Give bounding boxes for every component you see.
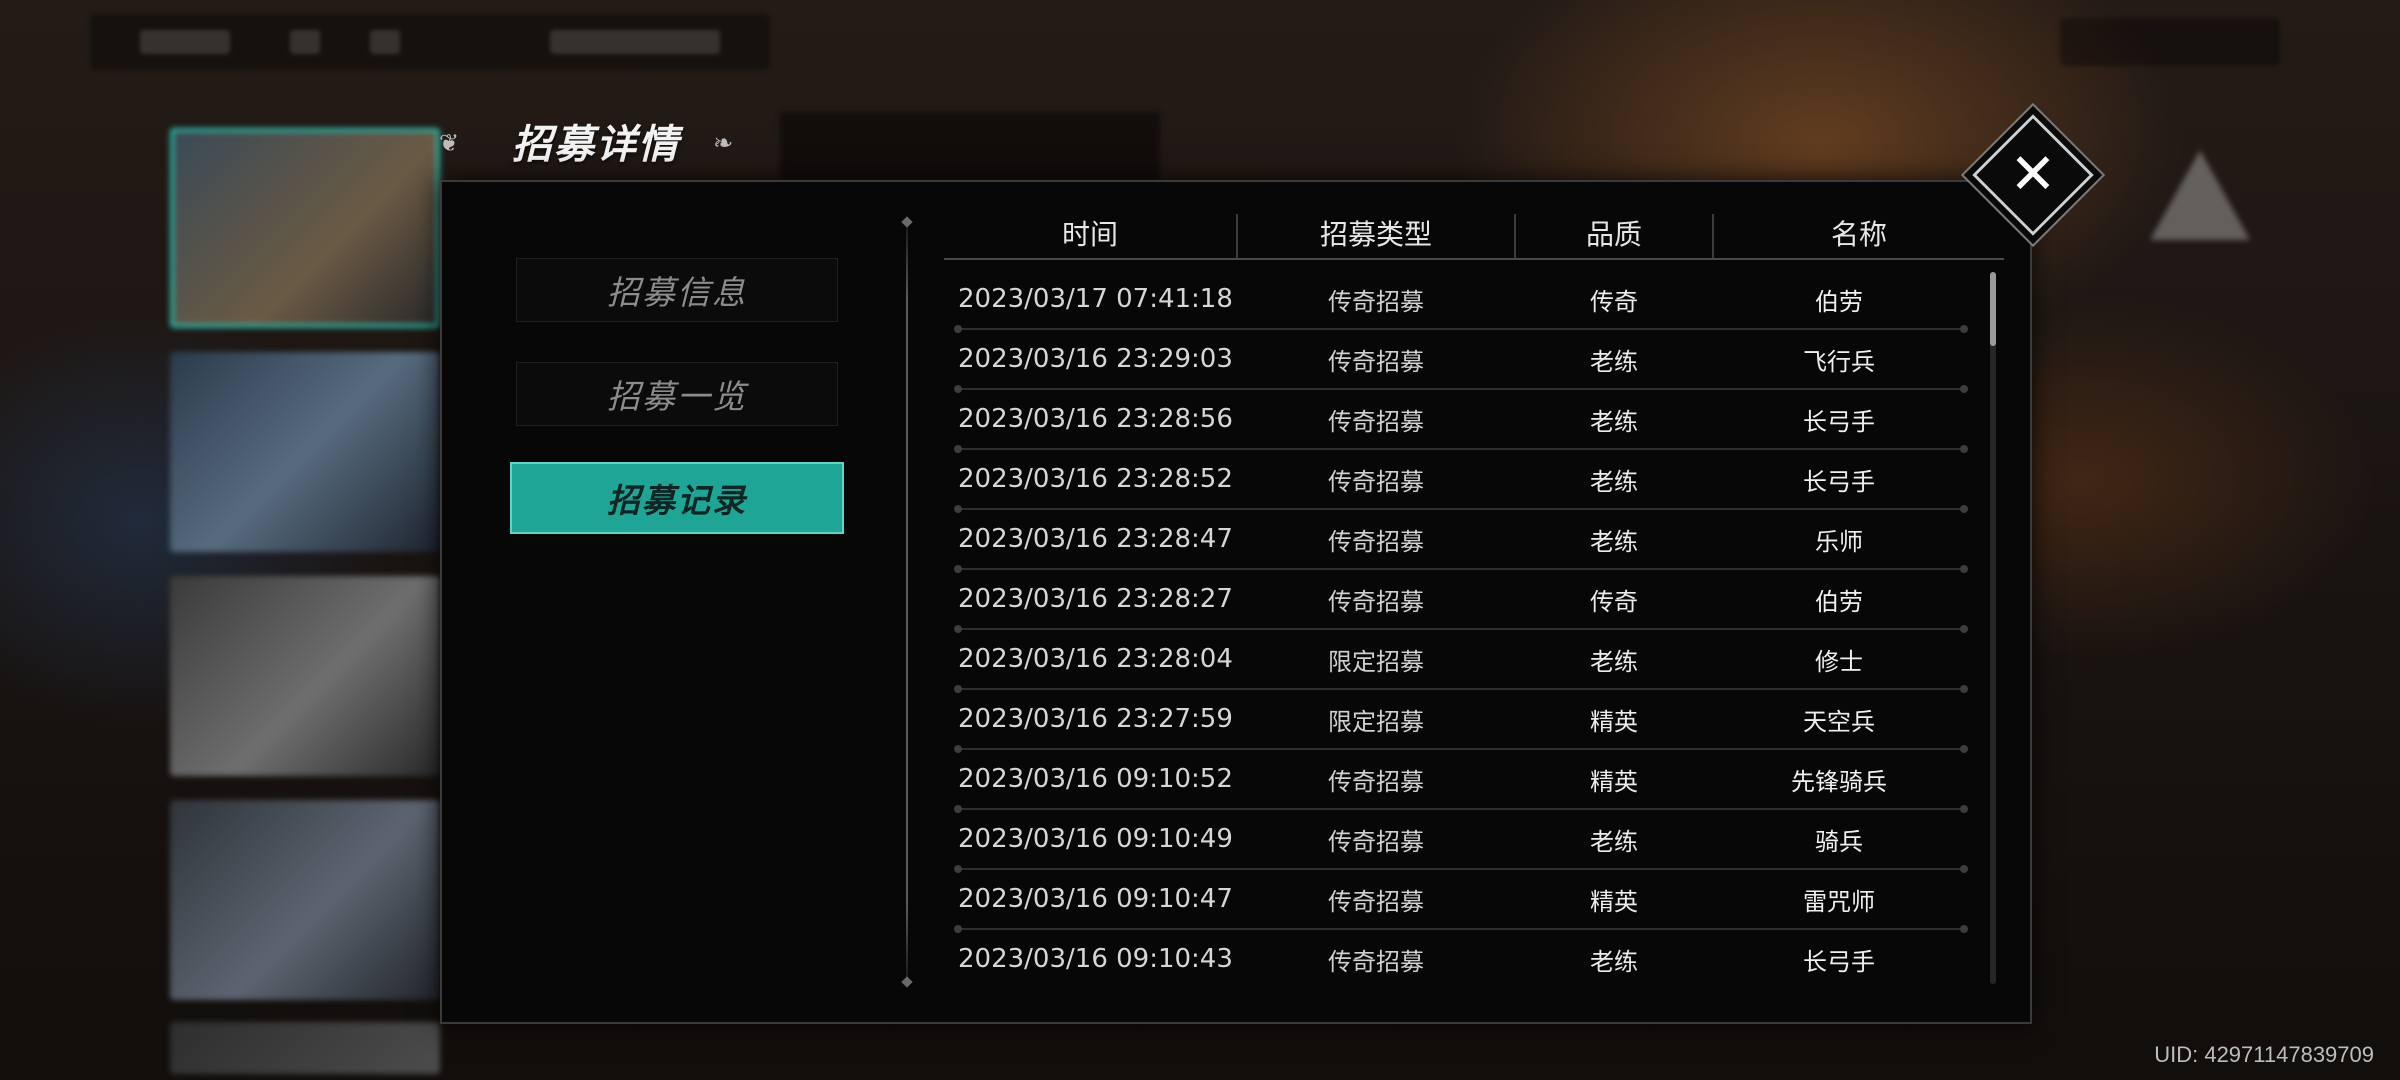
scrollbar[interactable] <box>1990 272 1996 984</box>
table-row: 2023/03/16 09:10:49 传奇招募 老练 骑兵 <box>944 810 1968 873</box>
close-icon: ✕ <box>2009 142 2057 207</box>
cell-quality: 老练 <box>1590 947 1638 976</box>
cell-recruit-type: 传奇招募 <box>1328 467 1424 496</box>
cell-recruit-type: 传奇招募 <box>1328 287 1424 316</box>
cell-name: 先锋骑兵 <box>1791 767 1887 796</box>
background-top-right-widget <box>2060 18 2280 66</box>
cell-quality: 老练 <box>1590 527 1638 556</box>
cell-time: 2023/03/16 23:29:03 <box>958 344 1233 374</box>
table-row: 2023/03/16 09:10:43 传奇招募 老练 长弓手 <box>944 930 1964 990</box>
cell-recruit-type: 传奇招募 <box>1328 407 1424 436</box>
background-banner <box>780 112 1160 182</box>
cell-quality: 老练 <box>1590 347 1638 376</box>
cell-recruit-type: 传奇招募 <box>1328 827 1424 856</box>
cell-recruit-type: 限定招募 <box>1328 707 1424 736</box>
cell-quality: 精英 <box>1590 707 1638 736</box>
table-row: 2023/03/16 23:28:56 传奇招募 老练 长弓手 <box>944 390 1968 453</box>
table-row: 2023/03/17 07:41:18 传奇招募 传奇 伯劳 <box>944 270 1968 333</box>
cell-quality: 老练 <box>1590 647 1638 676</box>
background-card <box>170 576 440 776</box>
cell-quality: 老练 <box>1590 467 1638 496</box>
cell-time: 2023/03/16 23:28:47 <box>958 524 1233 554</box>
cell-time: 2023/03/16 23:28:27 <box>958 584 1233 614</box>
cell-quality: 传奇 <box>1590 587 1638 616</box>
cell-name: 长弓手 <box>1803 467 1875 496</box>
menu-item-label: 招募信息 <box>607 273 747 312</box>
column-header-time: 时间 <box>1061 218 1118 251</box>
cell-time: 2023/03/16 23:28:52 <box>958 464 1233 494</box>
column-header-name: 名称 <box>1830 218 1887 251</box>
cell-name: 伯劳 <box>1815 287 1863 316</box>
cell-name: 飞行兵 <box>1803 347 1875 376</box>
menu-item-label: 招募记录 <box>607 481 747 520</box>
page-title: 招募详情 <box>512 121 680 168</box>
cell-quality: 老练 <box>1590 407 1638 436</box>
menu-item-recruit-overview[interactable]: 招募一览 <box>516 362 838 426</box>
background-emblem <box>2150 130 2250 240</box>
background-card <box>170 1022 440 1074</box>
cell-recruit-type: 限定招募 <box>1328 647 1424 676</box>
trefoil-right-icon: ❧ <box>712 129 734 157</box>
background-card <box>170 800 440 1000</box>
menu-item-label: 招募一览 <box>607 377 747 416</box>
cell-time: 2023/03/16 23:28:04 <box>958 644 1233 674</box>
cell-time: 2023/03/16 23:28:56 <box>958 404 1233 434</box>
table-row: 2023/03/16 09:10:47 传奇招募 精英 雷咒师 <box>944 870 1968 933</box>
table-header: 时间 招募类型 品质 名称 <box>944 206 2004 260</box>
column-header-type: 招募类型 <box>1319 218 1432 251</box>
panel-divider <box>906 222 908 982</box>
table-row: 2023/03/16 23:27:59 限定招募 精英 天空兵 <box>944 690 1968 753</box>
table-row: 2023/03/16 23:28:04 限定招募 老练 修士 <box>944 630 1968 693</box>
cell-recruit-type: 传奇招募 <box>1328 887 1424 916</box>
cell-name: 伯劳 <box>1815 587 1863 616</box>
cell-quality: 传奇 <box>1590 287 1638 316</box>
table-row: 2023/03/16 09:10:52 传奇招募 精英 先锋骑兵 <box>944 750 1968 813</box>
user-id-label: UID: 42971147839709 <box>2154 1042 2374 1067</box>
table-row: 2023/03/16 23:28:27 传奇招募 传奇 伯劳 <box>944 570 1968 633</box>
cell-recruit-type: 传奇招募 <box>1328 527 1424 556</box>
cell-quality: 老练 <box>1590 827 1638 856</box>
cell-time: 2023/03/17 07:41:18 <box>958 284 1233 314</box>
cell-time: 2023/03/16 09:10:52 <box>958 764 1233 794</box>
table-row: 2023/03/16 23:28:52 传奇招募 老练 长弓手 <box>944 450 1968 513</box>
cell-name: 修士 <box>1815 647 1863 676</box>
column-header-quality: 品质 <box>1585 218 1642 251</box>
background-card <box>170 352 440 552</box>
cell-time: 2023/03/16 09:10:43 <box>958 944 1233 974</box>
cell-quality: 精英 <box>1590 767 1638 796</box>
cell-quality: 精英 <box>1590 887 1638 916</box>
cell-name: 天空兵 <box>1803 707 1875 736</box>
menu-item-recruit-history[interactable]: 招募记录 <box>510 462 844 534</box>
menu-item-recruit-info[interactable]: 招募信息 <box>516 258 838 322</box>
cell-recruit-type: 传奇招募 <box>1328 947 1424 976</box>
trefoil-left-icon: ❦ <box>438 129 460 157</box>
cell-recruit-type: 传奇招募 <box>1328 347 1424 376</box>
background-top-bar <box>90 14 770 70</box>
scrollbar-thumb[interactable] <box>1990 272 1996 346</box>
cell-name: 长弓手 <box>1803 407 1875 436</box>
cell-name: 雷咒师 <box>1803 887 1875 916</box>
cell-name: 骑兵 <box>1815 827 1863 856</box>
table-row: 2023/03/16 23:28:47 传奇招募 老练 乐师 <box>944 510 1968 573</box>
cell-time: 2023/03/16 09:10:47 <box>958 884 1233 914</box>
table-row: 2023/03/16 23:29:03 传奇招募 老练 飞行兵 <box>944 330 1968 393</box>
cell-name: 乐师 <box>1815 527 1863 556</box>
cell-time: 2023/03/16 23:27:59 <box>958 704 1233 734</box>
cell-name: 长弓手 <box>1803 947 1875 976</box>
cell-recruit-type: 传奇招募 <box>1328 587 1424 616</box>
background-card <box>170 128 440 328</box>
cell-time: 2023/03/16 09:10:49 <box>958 824 1233 854</box>
cell-recruit-type: 传奇招募 <box>1328 767 1424 796</box>
